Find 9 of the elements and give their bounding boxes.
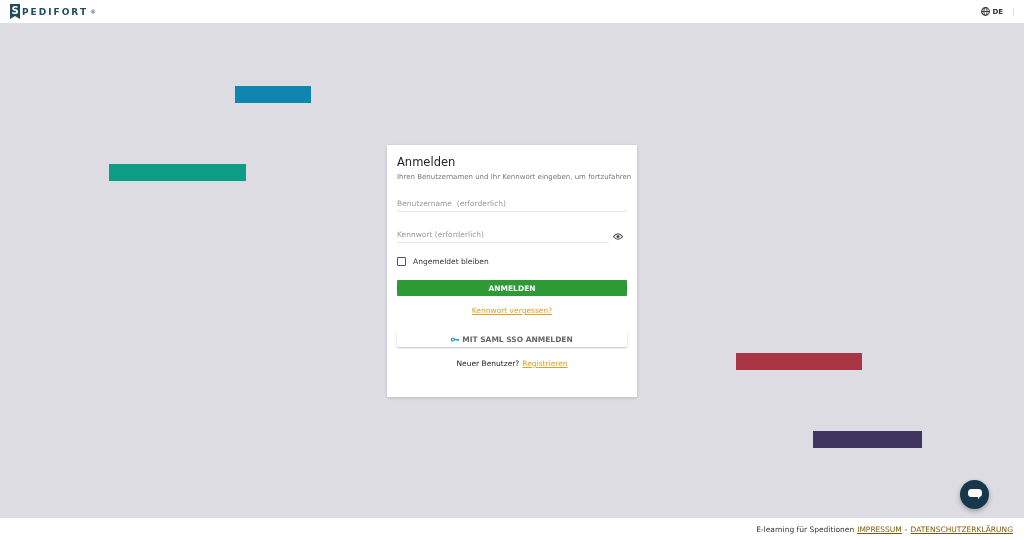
logo-text: PEDIFORT <box>22 6 89 17</box>
chat-button[interactable] <box>960 480 989 509</box>
globe-icon <box>981 7 991 16</box>
logo-badge: S <box>10 4 20 19</box>
eye-icon[interactable] <box>613 232 623 240</box>
key-icon <box>451 336 460 342</box>
chat-bubble-icon <box>967 489 982 500</box>
remember-checkbox[interactable] <box>397 257 406 266</box>
login-title: Anmelden <box>397 155 457 169</box>
